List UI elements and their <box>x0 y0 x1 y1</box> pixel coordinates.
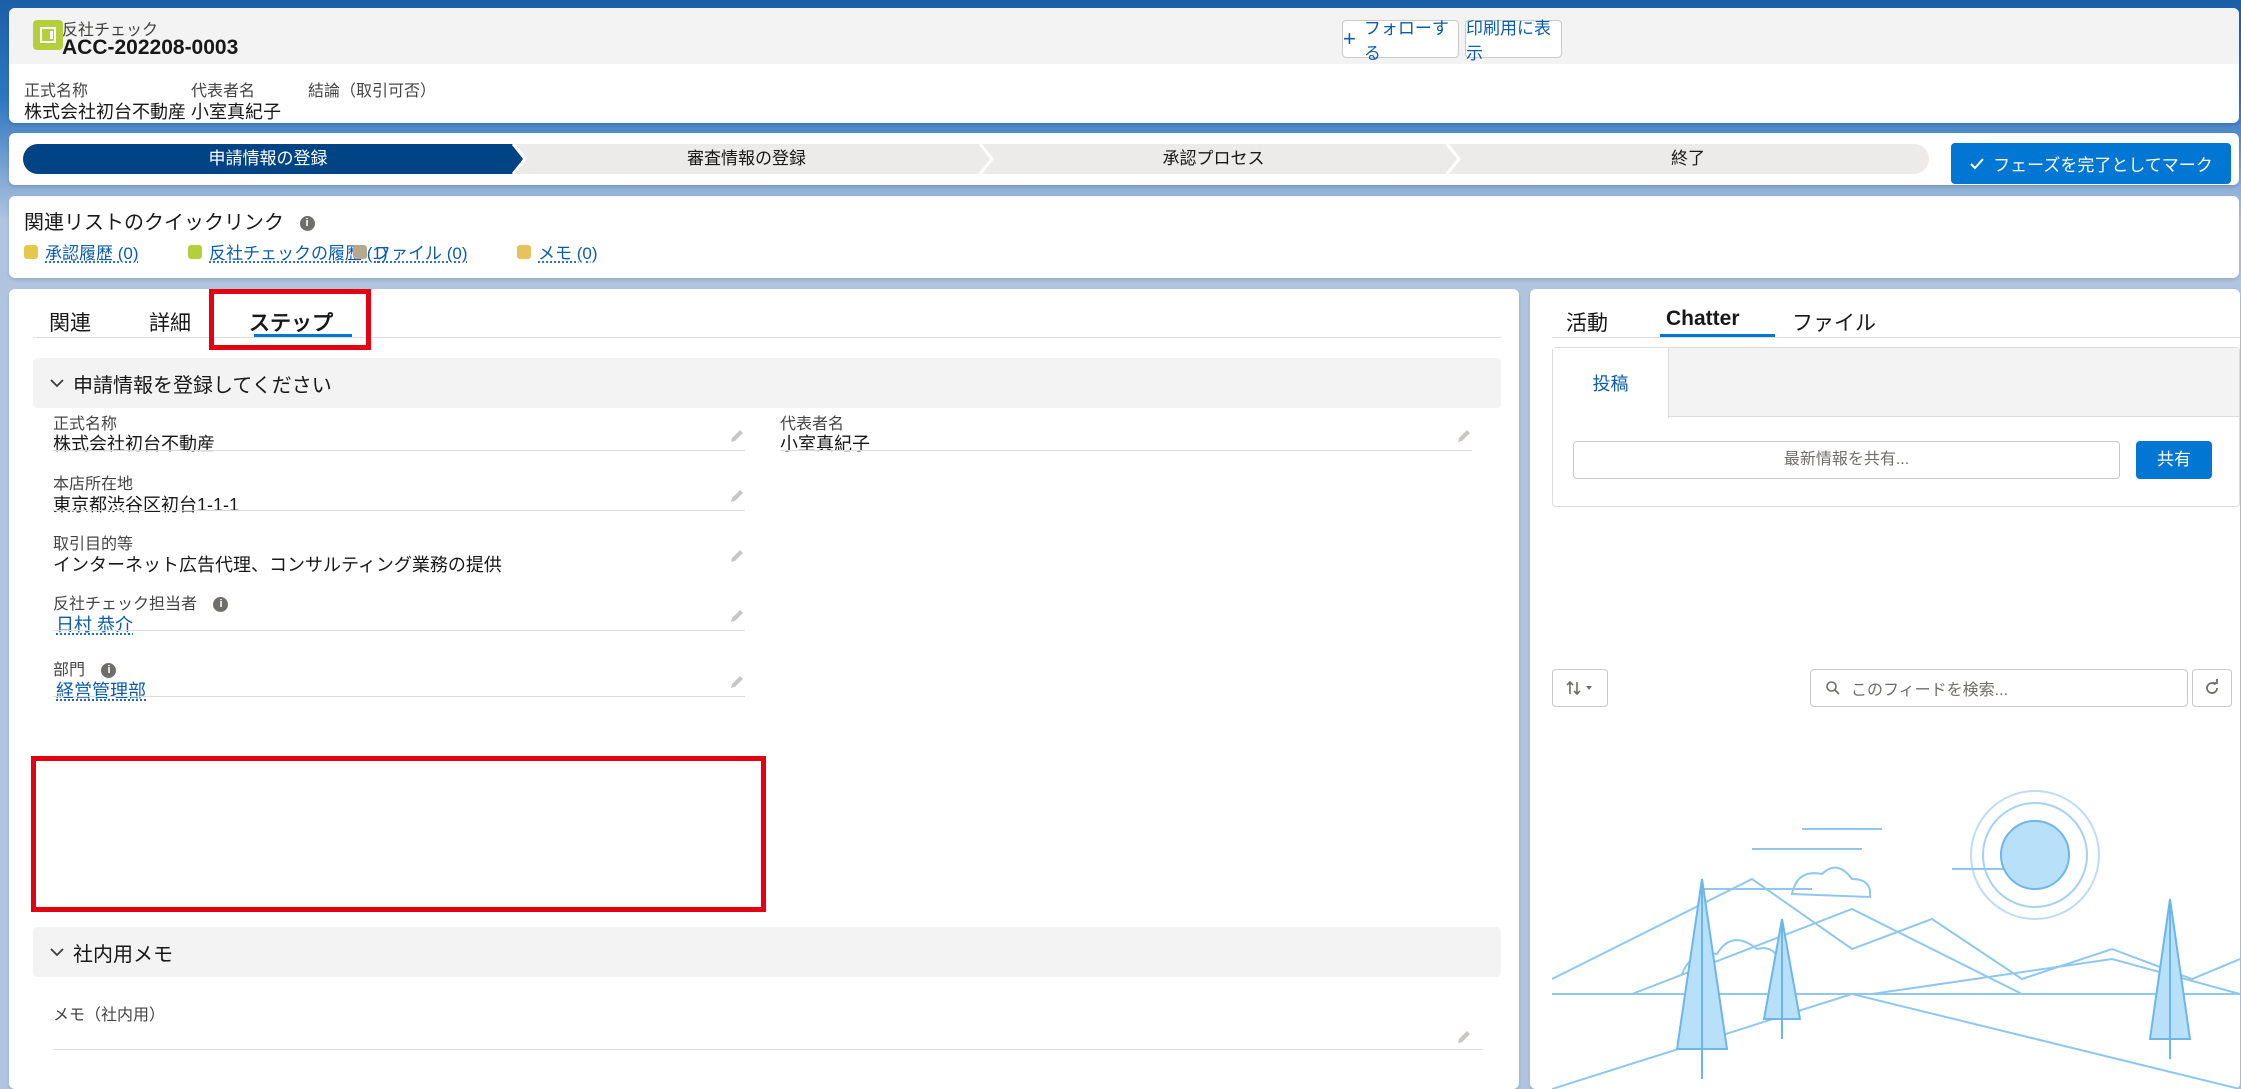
edit-pencil-icon[interactable] <box>729 428 745 444</box>
search-icon <box>1825 680 1841 696</box>
field-value-checker[interactable]: 日村 恭介 <box>56 611 133 637</box>
follow-button[interactable]: + フォローする <box>1342 20 1459 58</box>
side-card: 活動 Chatter ファイル 投稿 最新情報を共有... 共有 このフィードを… <box>1530 289 2240 1089</box>
field-value-address: 東京都渋谷区初台1-1-1 <box>53 491 239 517</box>
field-divider <box>780 450 1472 451</box>
share-button[interactable]: 共有 <box>2136 441 2212 479</box>
chevron-down-icon <box>49 375 65 391</box>
section-internal-memo-title: 社内用メモ <box>73 938 173 967</box>
quicklink-notes-label: メモ (0) <box>538 239 598 264</box>
path-step-1[interactable]: 申請情報の登録 <box>23 144 513 174</box>
edit-pencil-icon[interactable] <box>1456 1029 1472 1045</box>
header-field-value-official-name: 株式会社初台不動産 <box>24 98 186 124</box>
file-icon <box>353 245 367 259</box>
quicklinks-title: 関連リストのクイックリンク i <box>24 206 315 235</box>
path-card: 申請情報の登録 審査情報の登録 承認プロセス 終了 フェーズを完了としてマーク <box>9 133 2239 185</box>
quicklink-approval-history-label: 承認履歴 (0) <box>45 239 139 264</box>
info-icon: i <box>300 216 315 231</box>
path-step-2[interactable]: 審査情報の登録 <box>513 144 980 174</box>
field-value-department[interactable]: 経営管理部 <box>56 677 146 703</box>
mark-complete-button[interactable]: フェーズを完了としてマーク <box>1951 143 2231 184</box>
mark-complete-label: フェーズを完了としてマーク <box>1993 151 2213 176</box>
note-icon <box>517 245 531 259</box>
field-value-official-name: 株式会社初台不動産 <box>53 430 215 456</box>
tab-activity[interactable]: 活動 <box>1566 307 1608 337</box>
edit-pencil-icon[interactable] <box>729 608 745 624</box>
field-divider <box>53 696 745 697</box>
edit-pencil-icon[interactable] <box>1456 428 1472 444</box>
field-value-representative: 小室真紀子 <box>780 430 870 456</box>
field-divider <box>53 450 745 451</box>
tabs-divider <box>1552 337 2240 338</box>
feed-search-placeholder: このフィードを検索... <box>1851 676 2008 700</box>
check-icon <box>1969 156 1985 172</box>
field-value-purpose: インターネット広告代理、コンサルティング業務の提供 <box>53 551 502 577</box>
info-icon: i <box>213 597 228 612</box>
section-application-info-title: 申請情報を登録してください <box>73 369 332 398</box>
tab-files[interactable]: ファイル <box>1792 307 1876 337</box>
main-card: 関連 詳細 ステップ 申請情報を登録してください 正式名称 株式会社初台不動産 … <box>9 289 1519 1089</box>
tab-details[interactable]: 詳細 <box>149 307 191 337</box>
approval-history-icon <box>24 245 38 259</box>
publisher-tab-post[interactable]: 投稿 <box>1553 348 1669 418</box>
check-history-icon <box>188 245 202 259</box>
record-title: ACC-202208-0003 <box>62 36 238 60</box>
section-application-info[interactable]: 申請情報を登録してください <box>33 358 1501 408</box>
print-view-button-label: 印刷用に表示 <box>1466 14 1561 64</box>
feed-search-input[interactable]: このフィードを検索... <box>1810 669 2188 707</box>
plus-icon: + <box>1343 28 1356 50</box>
highlight-box-tab <box>209 289 371 350</box>
refresh-button[interactable] <box>2192 669 2232 707</box>
path-step-3[interactable]: 承認プロセス <box>980 144 1447 174</box>
section-internal-memo[interactable]: 社内用メモ <box>33 927 1501 977</box>
share-input[interactable]: 最新情報を共有... <box>1573 441 2120 479</box>
header-field-value-representative: 小室真紀子 <box>191 98 281 124</box>
publisher-tab-post-label: 投稿 <box>1593 370 1629 396</box>
quicklink-approval-history[interactable]: 承認履歴 (0) <box>24 239 139 264</box>
highlight-box-fields <box>31 756 766 912</box>
path-step-4[interactable]: 終了 <box>1447 144 1929 174</box>
object-icon <box>33 20 63 50</box>
header-field-label-conclusion: 結論（取引可否） <box>308 77 436 101</box>
field-divider <box>53 510 745 511</box>
sort-button[interactable] <box>1552 669 1608 707</box>
empty-feed-illustration <box>1552 719 2240 1089</box>
tab-chatter[interactable]: Chatter <box>1666 307 1740 331</box>
publisher: 投稿 最新情報を共有... 共有 <box>1552 347 2240 507</box>
quicklink-files[interactable]: ファイル (0) <box>353 239 468 264</box>
chevron-down-icon <box>49 944 65 960</box>
record-header: 反社チェック ACC-202208-0003 + フォローする 印刷用に表示 正… <box>9 8 2239 123</box>
refresh-icon <box>2203 679 2221 697</box>
sort-icon <box>1565 680 1595 696</box>
field-label-memo: メモ（社内用） <box>53 1001 165 1025</box>
print-view-button[interactable]: 印刷用に表示 <box>1465 20 1562 58</box>
edit-pencil-icon[interactable] <box>729 548 745 564</box>
tab-related[interactable]: 関連 <box>49 307 91 337</box>
quicklink-files-label: ファイル (0) <box>374 239 468 264</box>
field-divider <box>53 1049 1483 1050</box>
edit-pencil-icon[interactable] <box>729 488 745 504</box>
edit-pencil-icon[interactable] <box>729 674 745 690</box>
follow-button-label: フォローする <box>1364 14 1458 64</box>
quicklinks-card: 関連リストのクイックリンク i 承認履歴 (0) 反社チェックの履歴 (1) フ… <box>9 196 2239 278</box>
record-header-top <box>9 8 2239 64</box>
field-divider <box>53 630 745 631</box>
quicklink-notes[interactable]: メモ (0) <box>517 239 598 264</box>
